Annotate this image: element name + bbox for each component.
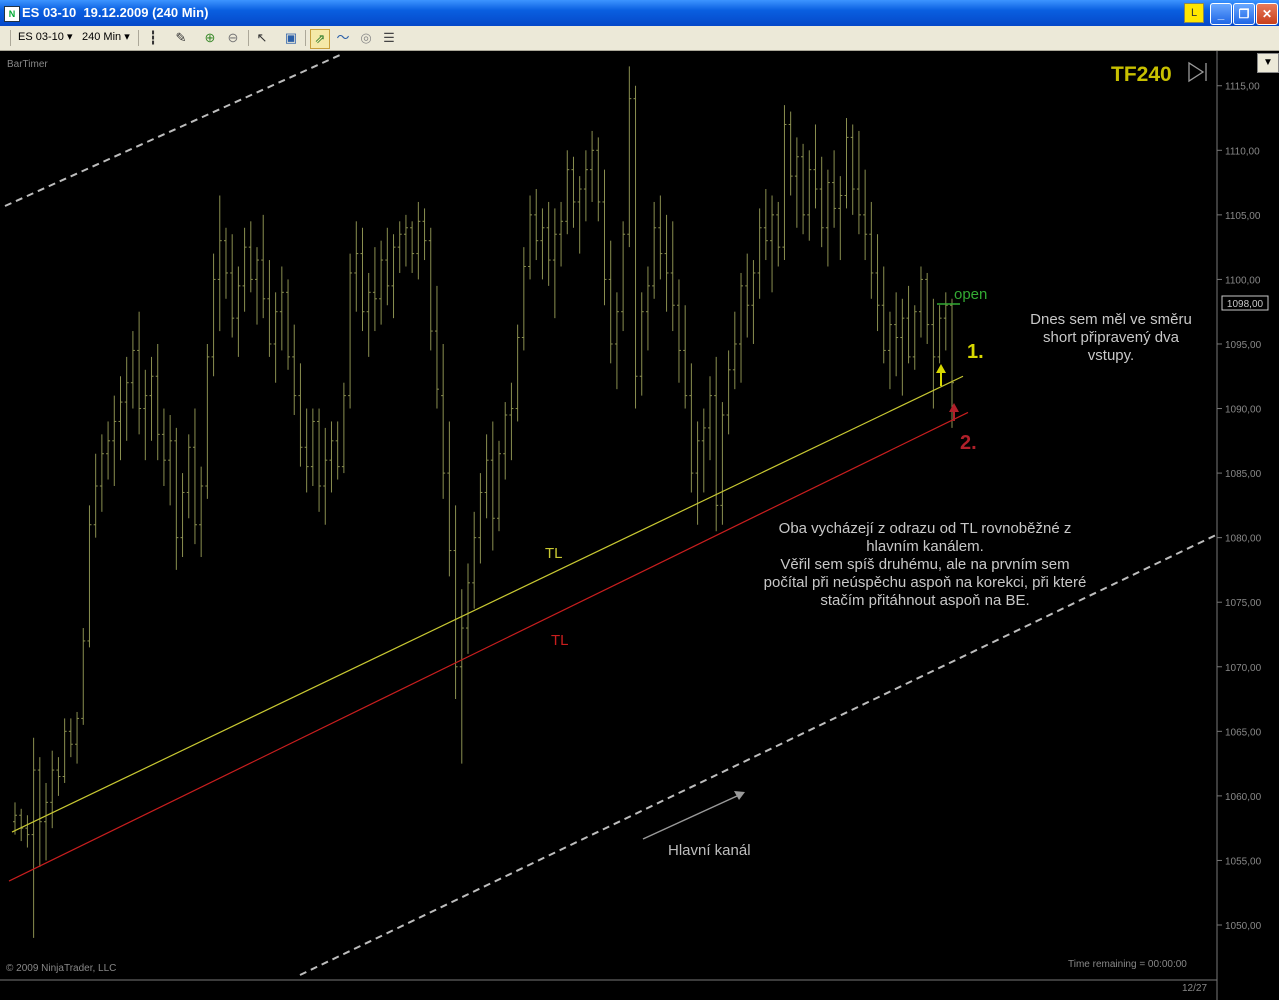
price-tick-label: 1070,00 [1225, 663, 1262, 674]
price-tick-label: 1110,00 [1225, 146, 1260, 157]
note-center-line: Věřil sem spíš druhému, ale na prvním se… [780, 556, 1069, 573]
note-center-line: stačím přitáhnout aspoň na BE. [820, 592, 1029, 609]
window-title-bar[interactable]: N ES 03-10 19.12.2009 (240 Min) L _ ❐ ✕ [0, 0, 1279, 26]
note-center-line: hlavním kanálem. [866, 538, 984, 555]
data-box-icon[interactable]: ▣ [282, 29, 300, 47]
price-tick-label: 1105,00 [1225, 211, 1261, 222]
price-tick-label: 1055,00 [1225, 856, 1262, 867]
note-center-line: počítal při neúspěchu aspoň na korekci, … [764, 574, 1087, 591]
chart-strategy-icon[interactable]: ⇗ [310, 29, 330, 49]
link-badge[interactable]: L [1184, 3, 1204, 23]
cursor-icon[interactable]: ↖ [253, 29, 271, 47]
panel-dropdown-button[interactable]: ▼ [1257, 53, 1279, 73]
chevron-down-icon: ▾ [124, 31, 130, 43]
open-label: open [954, 286, 987, 303]
toolbar-grip [10, 30, 11, 46]
toolbar-divider [305, 30, 306, 46]
app-icon: N [4, 6, 20, 22]
chevron-down-icon: ▾ [66, 31, 73, 43]
minimize-button[interactable]: _ [1210, 3, 1232, 25]
indicators-icon[interactable]: 〜 [334, 29, 352, 47]
date-label: 12/27 [1182, 983, 1207, 994]
main-channel-label: Hlavní kanál [668, 842, 751, 859]
entry2-label: 2. [960, 432, 977, 454]
toolbar-divider [138, 30, 139, 46]
price-tick-label: 1100,00 [1225, 275, 1261, 286]
draw-pen-icon[interactable]: ✎ [172, 29, 190, 47]
toolbar-divider [248, 30, 249, 46]
entry1-label: 1. [967, 341, 984, 363]
close-button[interactable]: ✕ [1256, 3, 1278, 25]
interval-selector[interactable]: 240 Min ▾ [82, 30, 130, 45]
interval-label: 240 Min [82, 31, 122, 43]
zoom-out-icon[interactable]: ⊖ [224, 29, 242, 47]
price-tick-label: 1075,00 [1225, 598, 1262, 609]
price-tick-label: 1090,00 [1225, 405, 1262, 416]
price-tick-label: 1115,00 [1225, 82, 1260, 93]
price-tick-label: 1085,00 [1225, 469, 1262, 480]
indicator-label: BarTimer [7, 59, 48, 70]
properties-icon[interactable]: ☰ [380, 29, 398, 47]
globe-icon[interactable]: ◎ [357, 29, 375, 47]
window-title: ES 03-10 19.12.2009 (240 Min) [22, 5, 209, 20]
maximize-button[interactable]: ❐ [1233, 3, 1255, 25]
price-tick-label: 1095,00 [1225, 340, 1262, 351]
price-tick-label: 1080,00 [1225, 534, 1262, 545]
note-right-line: Dnes sem měl ve směru [1030, 311, 1192, 328]
chart-background [0, 51, 1279, 1000]
timeframe-label: TF240 [1111, 63, 1172, 86]
zoom-in-icon[interactable]: ⊕ [201, 29, 219, 47]
note-right-line: vstupy. [1088, 347, 1134, 364]
current-price-marker: 1098,00 [1221, 295, 1269, 311]
tl-lower-label: TL [551, 632, 569, 649]
copyright-label: © 2009 NinjaTrader, LLC [6, 963, 116, 974]
instrument-selector[interactable]: ES 03-10 ▾ [18, 30, 72, 45]
time-remaining-label: Time remaining = 00:00:00 [1068, 959, 1187, 970]
tl-upper-label: TL [545, 545, 563, 562]
current-price-label: 1098,00 [1227, 299, 1264, 310]
price-tick-label: 1060,00 [1225, 792, 1262, 803]
price-chart[interactable]: TL TL open 1. 2. Hlavní kanál Dnes sem m… [0, 51, 1279, 1000]
bar-type-icon[interactable]: ┇ [144, 29, 162, 47]
note-center-line: Oba vycházejí z odrazu od TL rovnoběžné … [779, 520, 1072, 537]
price-tick-label: 1050,00 [1225, 921, 1262, 932]
chart-toolbar: ES 03-10 ▾ 240 Min ▾ ┇ ✎ ⊕ ⊖ ↖ ▣ ⇗ 〜 ◎ ☰ [0, 26, 1279, 51]
note-right-line: short připravený dva [1043, 329, 1180, 346]
price-tick-label: 1065,00 [1225, 727, 1262, 738]
instrument-label: ES 03-10 [18, 31, 64, 43]
